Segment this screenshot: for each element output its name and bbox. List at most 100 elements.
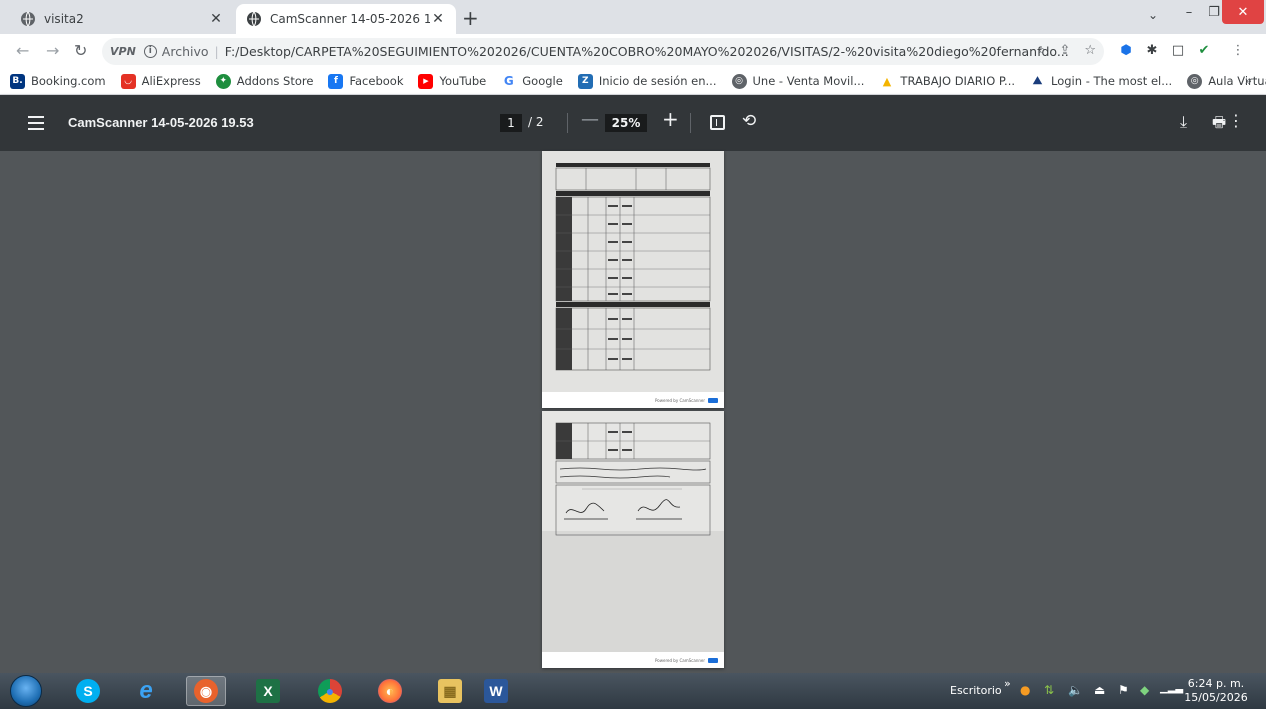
camscanner-logo-icon	[708, 397, 718, 403]
login-site-icon: ⛰	[1030, 73, 1046, 89]
facebook-icon: f	[328, 73, 344, 89]
tab-visita2[interactable]: visita2 ✕	[10, 4, 234, 34]
bookmark-item[interactable]: B. Booking.com	[10, 73, 106, 89]
action-center-flag-icon[interactable]: ⚑	[1118, 683, 1129, 697]
scheme-label: Archivo	[161, 44, 209, 59]
zoom-in-button[interactable]: +	[662, 107, 679, 131]
bookmark-label: AliExpress	[141, 74, 201, 88]
bookmark-label: Aula Virtual Eficacia	[1208, 74, 1266, 88]
chrome-icon: ●	[318, 679, 342, 703]
desktop-toolbar-label[interactable]: Escritorio	[950, 684, 1002, 697]
bookmark-item[interactable]: ⛰ Login - The most el...	[1030, 73, 1172, 89]
back-arrow-icon[interactable]: ←	[16, 42, 29, 60]
taskbar-internet-explorer[interactable]: e	[126, 676, 166, 706]
bookmark-item[interactable]: ◡ AliExpress	[120, 73, 201, 89]
tray-overflow-button[interactable]: »	[1004, 677, 1011, 690]
globe-icon	[21, 11, 35, 27]
share-icon[interactable]: ⇪	[1059, 43, 1070, 58]
new-tab-button[interactable]: +	[462, 8, 479, 28]
taskbar-chrome[interactable]: ●	[310, 676, 350, 706]
bookmark-item[interactable]: ▶ YouTube	[418, 73, 487, 89]
vpn-browser-icon: ◉	[194, 679, 218, 703]
google-icon: G	[501, 73, 517, 89]
bookmark-item[interactable]: G Google	[501, 73, 563, 89]
pdf-viewer-area[interactable]: Powered by CamScanner Powered by CamScan…	[0, 151, 1266, 673]
taskbar-excel[interactable]: X	[248, 676, 288, 706]
google-drive-icon: ▲	[879, 73, 895, 89]
security-check-icon[interactable]: ✔	[1196, 42, 1212, 58]
pdf-page-2[interactable]: Powered by CamScanner	[542, 411, 724, 668]
zoom-input[interactable]: 25%	[605, 114, 647, 132]
taskbar-firefox[interactable]: ◐	[370, 676, 410, 706]
taskbar-skype[interactable]: S	[68, 676, 108, 706]
pdf-toolbar: CamScanner 14-05-2026 19.53 1 / 2 — 25% …	[0, 95, 1266, 151]
bookmark-item[interactable]: ◎ Aula Virtual Eficacia	[1187, 73, 1266, 89]
excel-icon: X	[256, 679, 280, 703]
system-clock[interactable]: 6:24 p. m. 15/05/2026	[1184, 677, 1248, 705]
zoho-icon: Z	[577, 73, 593, 89]
address-bar[interactable]: VPN i Archivo | F:/Desktop/CARPETA%20SEG…	[102, 38, 1104, 65]
bookmark-label: Booking.com	[31, 74, 106, 88]
folder-icon: ▦	[438, 679, 462, 703]
url-text[interactable]: F:/Desktop/CARPETA%20SEGUIMIENTO%202026/…	[225, 44, 1069, 59]
minimize-button[interactable]: –	[1176, 0, 1202, 24]
extensions-puzzle-icon[interactable]: ✱	[1144, 42, 1160, 58]
usb-device-icon[interactable]: ⏏	[1094, 683, 1105, 697]
tray-app-icon[interactable]: ●	[1020, 683, 1030, 697]
rotate-icon[interactable]: ⟲	[742, 111, 756, 131]
start-button[interactable]	[10, 675, 42, 707]
bookmarks-overflow-button[interactable]: »	[1245, 74, 1252, 88]
camscanner-logo-icon	[708, 657, 718, 663]
firefox-icon: ◐	[378, 679, 402, 703]
taskbar-word[interactable]: W	[476, 676, 516, 706]
tab-camscanner[interactable]: CamScanner 14-05-2026 19.53 ✕	[236, 4, 456, 34]
info-icon[interactable]: i	[143, 45, 157, 58]
network-tray-icon[interactable]: ⇅	[1044, 683, 1054, 697]
forward-arrow-icon[interactable]: →	[46, 42, 59, 60]
tab-strip: visita2 ✕ CamScanner 14-05-2026 19.53 ✕ …	[0, 0, 1266, 34]
close-window-button[interactable]: ✕	[1222, 0, 1264, 24]
scheme-separator: |	[214, 44, 219, 59]
vpn-badge[interactable]: VPN	[110, 45, 136, 58]
omnibox-actions: ⌕ ⇪ ☆	[1038, 43, 1096, 58]
camscanner-credit: Powered by CamScanner	[655, 657, 705, 663]
document-title: CamScanner 14-05-2026 19.53	[68, 115, 254, 130]
bookmark-item[interactable]: Z Inicio de sesión en...	[577, 73, 717, 89]
print-icon[interactable]: 🖶	[1212, 112, 1226, 137]
close-tab-icon[interactable]: ✕	[430, 11, 446, 27]
pdf-page-1[interactable]: Powered by CamScanner	[542, 151, 724, 408]
taskbar-file-explorer[interactable]: ▦	[430, 676, 470, 706]
globe-icon: ◎	[731, 73, 747, 89]
bookmark-label: YouTube	[439, 74, 487, 88]
bookmarks-bar: B. Booking.com ◡ AliExpress ✦ Addons Store …	[0, 68, 1266, 95]
side-panel-icon[interactable]: □	[1170, 42, 1186, 58]
reload-icon[interactable]: ↻	[74, 42, 87, 60]
toolbar-divider	[567, 113, 568, 133]
bookmark-item[interactable]: f Facebook	[328, 73, 404, 89]
tab-title: visita2	[44, 12, 84, 26]
close-tab-icon[interactable]: ✕	[208, 11, 224, 27]
camscanner-credit: Powered by CamScanner	[655, 397, 705, 403]
shield-extension-icon[interactable]: ⬢	[1118, 42, 1134, 58]
volume-icon[interactable]: 🔈	[1068, 683, 1083, 697]
signal-bars-icon[interactable]: ▁▂▃	[1160, 683, 1183, 694]
zoom-icon[interactable]: ⌕	[1038, 43, 1045, 58]
page-number-input[interactable]: 1	[500, 114, 522, 132]
taskbar-vpn-browser[interactable]: ◉	[186, 676, 226, 706]
zoom-out-button[interactable]: —	[581, 109, 599, 130]
toolbar-divider	[690, 113, 691, 133]
download-icon[interactable]: ⤓	[1180, 112, 1187, 132]
fit-to-page-icon[interactable]	[710, 115, 725, 130]
word-icon: W	[484, 679, 508, 703]
tab-search-button[interactable]: ⌄	[1148, 8, 1158, 22]
menu-icon[interactable]	[28, 116, 44, 130]
bookmark-label: Facebook	[349, 74, 404, 88]
bookmark-item[interactable]: ▲ TRABAJO DIARIO P...	[879, 73, 1015, 89]
bookmark-item[interactable]: ✦ Addons Store	[215, 73, 313, 89]
bookmark-star-icon[interactable]: ☆	[1084, 43, 1096, 58]
bookmark-item[interactable]: ◎ Une - Venta Movil...	[731, 73, 864, 89]
aliexpress-icon: ◡	[120, 73, 136, 89]
more-actions-icon[interactable]: ⋮	[1228, 111, 1244, 130]
security-tray-icon[interactable]: ◆	[1140, 683, 1149, 697]
browser-menu-icon[interactable]: ⋮	[1230, 42, 1246, 58]
